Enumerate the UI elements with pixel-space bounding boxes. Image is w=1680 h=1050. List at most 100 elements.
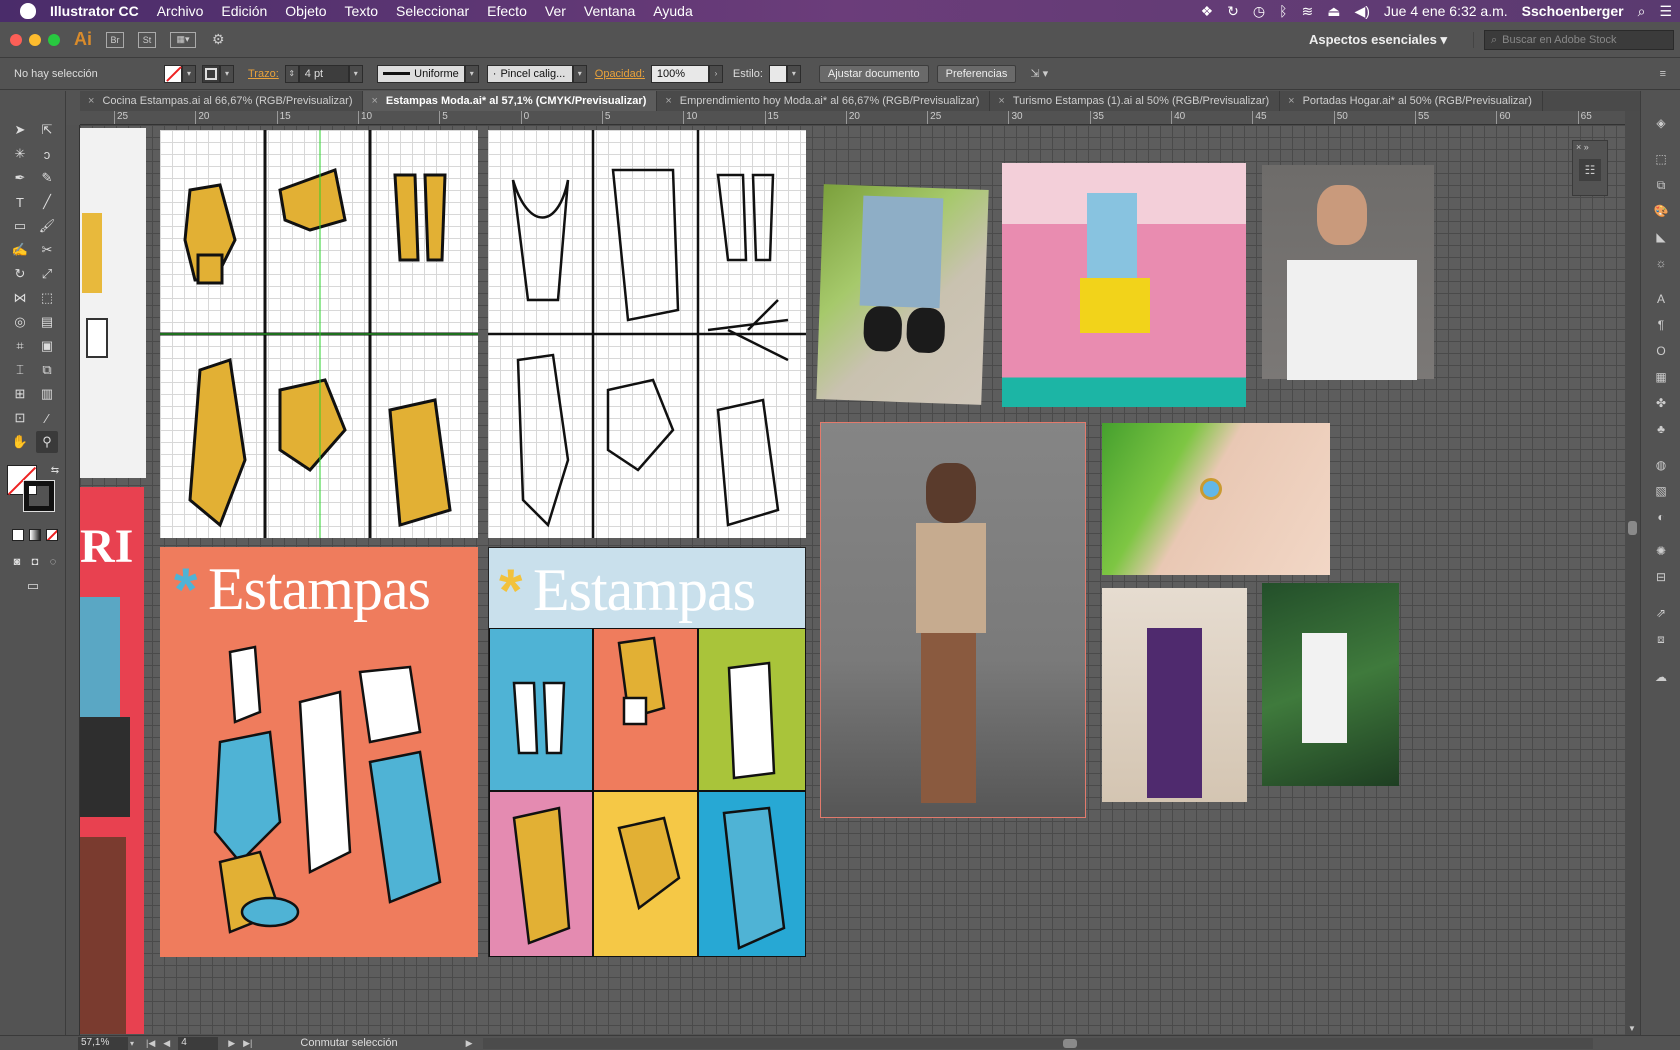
type-tool-icon[interactable]: T [9, 191, 31, 213]
notification-list-icon[interactable]: ☰ [1659, 3, 1672, 20]
pen-tool-icon[interactable]: ✒ [9, 167, 31, 189]
opacity-label[interactable]: Opacidad: [595, 68, 645, 80]
menu-archivo[interactable]: Archivo [148, 3, 213, 19]
arrange-icon[interactable]: ⇲ ▾ [1030, 67, 1048, 80]
style-dropdown[interactable]: ▾ [786, 64, 801, 83]
zoom-tool-icon[interactable]: ⚲ [36, 431, 58, 453]
blend-tool-icon[interactable]: ⧉ [36, 359, 58, 381]
stock-search-input[interactable]: ⌕ Buscar en Adobe Stock [1484, 30, 1674, 50]
close-tab-icon[interactable]: × [88, 95, 94, 107]
minimize-window-button[interactable] [29, 33, 41, 46]
export-icon[interactable]: ⇗ [1651, 603, 1671, 623]
control-panel-menu-icon[interactable]: ≡ [1660, 68, 1666, 80]
color-guide-icon[interactable]: ◣ [1651, 227, 1671, 247]
width-tool-icon[interactable]: ⋈ [9, 287, 31, 309]
status-action-text[interactable]: Conmutar selección [300, 1037, 397, 1049]
apple-icon[interactable] [20, 3, 36, 19]
hand-tool-icon[interactable]: ✋ [9, 431, 31, 453]
trazo-label[interactable]: Trazo: [248, 68, 279, 80]
vertical-scrollbar[interactable]: ▼ [1625, 111, 1640, 1035]
sync-icon[interactable]: ↻ [1227, 3, 1239, 20]
stroke-color-swatch[interactable] [23, 480, 55, 512]
zoom-dropdown-icon[interactable]: ▾ [130, 1039, 134, 1048]
username[interactable]: Sschoenberger [1522, 3, 1624, 19]
draw-inside-icon[interactable]: ◌ [42, 551, 64, 573]
tab-portadas-hogar[interactable]: × Portadas Hogar.ai* al 50% (RGB/Previsua… [1280, 91, 1543, 111]
menu-ayuda[interactable]: Ayuda [644, 3, 701, 19]
stroke-swatch[interactable] [202, 64, 220, 83]
trazo-stepper[interactable]: ⇕ [284, 64, 299, 83]
appearance-icon[interactable]: ☼ [1651, 253, 1671, 273]
brush-definition[interactable]: · Pincel calig... [486, 64, 573, 83]
close-tab-icon[interactable]: × [998, 95, 1004, 107]
mesh-tool-icon[interactable]: ⌗ [9, 335, 31, 357]
arrange-documents-icon[interactable]: ▦▾ [170, 31, 196, 48]
stroke-dropdown[interactable]: ▾ [220, 64, 234, 83]
close-tab-icon[interactable]: × [371, 95, 377, 107]
horizontal-scroll-thumb[interactable] [1062, 1038, 1077, 1048]
photo-model-swimsuit[interactable] [820, 422, 1086, 818]
dropbox-icon[interactable]: ❖ [1201, 3, 1214, 20]
photo-embroidered-shoes[interactable] [816, 184, 989, 405]
tab-estampas-moda[interactable]: × Estampas Moda.ai* al 57,1% (CMYK/Previs… [363, 91, 658, 111]
photo-purple-gown[interactable] [1102, 588, 1247, 802]
brush-dropdown[interactable]: ▾ [572, 64, 587, 83]
bluetooth-icon[interactable]: ᛒ [1279, 3, 1287, 19]
photo-model-white-shirt[interactable] [1262, 165, 1434, 380]
gradient-tool-icon[interactable]: ▣ [36, 335, 58, 357]
menu-ver[interactable]: Ver [536, 3, 575, 19]
eyedropper-icon[interactable]: ⌶ [9, 359, 31, 381]
photo-pink-backdrop-model[interactable] [1002, 163, 1246, 407]
menu-objeto[interactable]: Objeto [276, 3, 335, 19]
free-transform-icon[interactable]: ⬚ [36, 287, 58, 309]
fill-dropdown[interactable]: ▾ [182, 64, 196, 83]
first-artboard-icon[interactable]: |◀ [146, 1038, 155, 1049]
gradient-mode-icon[interactable] [29, 529, 41, 541]
time-machine-icon[interactable]: ◷ [1253, 3, 1265, 20]
scale-tool-icon[interactable]: ⤢ [36, 263, 58, 285]
close-tab-icon[interactable]: × [665, 95, 671, 107]
swatches-icon[interactable]: ▦ [1651, 367, 1671, 387]
previous-artboard-icon[interactable]: ◀ [163, 1038, 170, 1049]
symbols-icon[interactable]: ♣ [1651, 419, 1671, 439]
transparency-icon[interactable]: ◐ [1651, 507, 1671, 527]
blob-brush-icon[interactable]: ✍ [9, 239, 31, 261]
menu-texto[interactable]: Texto [336, 3, 387, 19]
zoom-level-field[interactable]: 57,1% [78, 1036, 128, 1050]
menu-edicion[interactable]: Edición [212, 3, 276, 19]
line-tool-icon[interactable]: ╱ [36, 191, 58, 213]
fill-swatch[interactable] [164, 64, 182, 83]
cc-libraries-icon[interactable]: ☁ [1651, 667, 1671, 687]
none-mode-icon[interactable] [46, 529, 58, 541]
opacity-arrow[interactable]: › [708, 64, 723, 83]
graph-tool-icon[interactable]: ▥ [36, 383, 58, 405]
color-icon[interactable]: 🎨 [1651, 201, 1671, 221]
datetime[interactable]: Jue 4 ene 6:32 a.m. [1384, 3, 1508, 19]
volume-icon[interactable]: ◀) [1354, 3, 1369, 20]
gradient-panel-icon[interactable]: ▧ [1651, 481, 1671, 501]
lasso-icon[interactable]: ↄ [36, 143, 58, 165]
spotlight-search-icon[interactable]: ⌕ [1638, 3, 1646, 20]
rotate-tool-icon[interactable]: ↻ [9, 263, 31, 285]
photo-ring-hand[interactable] [1102, 423, 1330, 575]
slice-tool-icon[interactable]: ⁄ [36, 407, 58, 429]
pathfinder-icon[interactable]: ⊟ [1651, 567, 1671, 587]
status-menu-arrow-icon[interactable]: ▶ [466, 1038, 473, 1049]
horizontal-ruler[interactable]: 25 20 15 10 5 0 5 10 15 20 25 30 35 40 45 50 55 60 65 [80, 111, 1625, 125]
preferences-button[interactable]: Preferencias [936, 64, 1017, 83]
menu-seleccionar[interactable]: Seleccionar [387, 3, 478, 19]
menu-ventana[interactable]: Ventana [575, 3, 644, 19]
next-artboard-icon[interactable]: ▶ [228, 1038, 235, 1049]
opacity-field[interactable]: 100% [650, 64, 709, 83]
shape-builder-icon[interactable]: ◎ [9, 311, 31, 333]
artboards-icon[interactable]: ⬚ [1651, 149, 1671, 169]
curvature-tool-icon[interactable]: ✎ [36, 167, 58, 189]
wifi-icon[interactable]: ≋ [1301, 3, 1313, 20]
gpu-performance-icon[interactable]: ⚙ [212, 31, 225, 48]
color-mode-icon[interactable] [12, 529, 24, 541]
style-swatch[interactable] [768, 64, 787, 83]
brushes-icon[interactable]: ✤ [1651, 393, 1671, 413]
artboard-number-field[interactable]: 4 [178, 1036, 219, 1050]
tab-emprendimiento-hoy[interactable]: × Emprendimiento hoy Moda.ai* al 66,67% (… [657, 91, 991, 111]
stroke-panel-icon[interactable]: ◍ [1651, 455, 1671, 475]
